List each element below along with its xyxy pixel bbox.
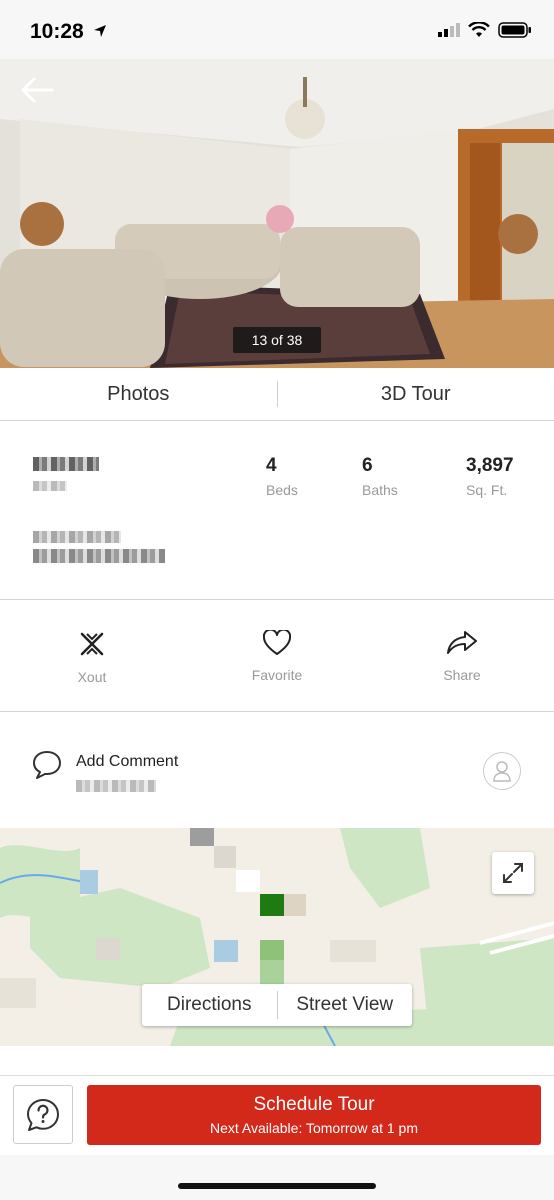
comment-bubble-icon: [33, 751, 61, 779]
beds-label: Beds: [266, 482, 298, 498]
status-bar: 10:28: [0, 0, 554, 59]
redacted-price: [33, 457, 99, 471]
wifi-icon: [468, 22, 490, 37]
share-label: Share: [443, 667, 481, 683]
home-indicator[interactable]: [178, 1183, 376, 1189]
beds-value: 4: [266, 455, 277, 476]
living-room-photo: [0, 59, 554, 368]
media-tabs: Photos 3D Tour: [0, 368, 554, 421]
location-arrow-icon: [94, 25, 106, 37]
xout-label: Xout: [77, 669, 107, 685]
schedule-tour-subtitle: Next Available: Tomorrow at 1 pm: [209, 1120, 419, 1136]
user-icon: [493, 761, 511, 782]
share-button[interactable]: Share: [412, 630, 512, 683]
listing-photo[interactable]: 13 of 38: [0, 59, 554, 368]
xout-icon: [80, 632, 104, 656]
map-button-group: Directions Street View: [142, 984, 412, 1026]
expand-map-button[interactable]: [492, 852, 534, 894]
photo-counter: 13 of 38: [233, 327, 321, 353]
listing-map[interactable]: Directions Street View: [0, 828, 554, 1046]
property-marker[interactable]: [260, 894, 284, 916]
sqft-label: Sq. Ft.: [466, 482, 508, 498]
question-bubble-icon: [27, 1098, 59, 1131]
home-indicator-area: [0, 1155, 554, 1200]
favorite-button[interactable]: Favorite: [227, 628, 327, 683]
tab-photos[interactable]: Photos: [0, 383, 277, 406]
expand-icon: [503, 863, 523, 883]
sqft-stat: 3,897 Sq. Ft.: [466, 455, 514, 498]
comment-row[interactable]: Add Comment: [0, 712, 554, 828]
battery-icon: [498, 22, 531, 38]
cellular-signal-icon: [438, 23, 460, 37]
heart-icon: [262, 628, 292, 655]
add-comment-label[interactable]: Add Comment: [76, 753, 178, 771]
redacted-price-detail: [33, 481, 67, 491]
sqft-value: 3,897: [466, 455, 514, 476]
redacted-address-line2: [33, 549, 165, 563]
baths-stat: 6 Baths: [362, 455, 398, 498]
help-button[interactable]: [13, 1085, 73, 1144]
redacted-comment-meta: [76, 780, 156, 792]
tab-3d-tour[interactable]: 3D Tour: [278, 383, 554, 406]
redacted-address-line1: [33, 531, 121, 543]
status-icons: [438, 22, 532, 38]
schedule-tour-title: Schedule Tour: [253, 1094, 375, 1115]
schedule-tour-button[interactable]: Schedule Tour Next Available: Tomorrow a…: [87, 1085, 541, 1145]
bottom-action-bar: Schedule Tour Next Available: Tomorrow a…: [0, 1075, 554, 1155]
directions-button[interactable]: Directions: [142, 994, 277, 1016]
avatar[interactable]: [483, 752, 521, 790]
action-row: Xout Favorite Share: [0, 600, 554, 712]
share-arrow-icon: [447, 631, 477, 654]
xout-button[interactable]: Xout: [42, 630, 142, 685]
street-view-button[interactable]: Street View: [278, 994, 413, 1016]
listing-summary: 4 Beds 6 Baths 3,897 Sq. Ft.: [0, 421, 554, 600]
baths-value: 6: [362, 455, 373, 476]
beds-stat: 4 Beds: [266, 455, 298, 498]
favorite-label: Favorite: [251, 667, 303, 683]
baths-label: Baths: [362, 482, 398, 498]
back-arrow-icon[interactable]: [18, 75, 58, 105]
status-time: 10:28: [30, 20, 84, 43]
